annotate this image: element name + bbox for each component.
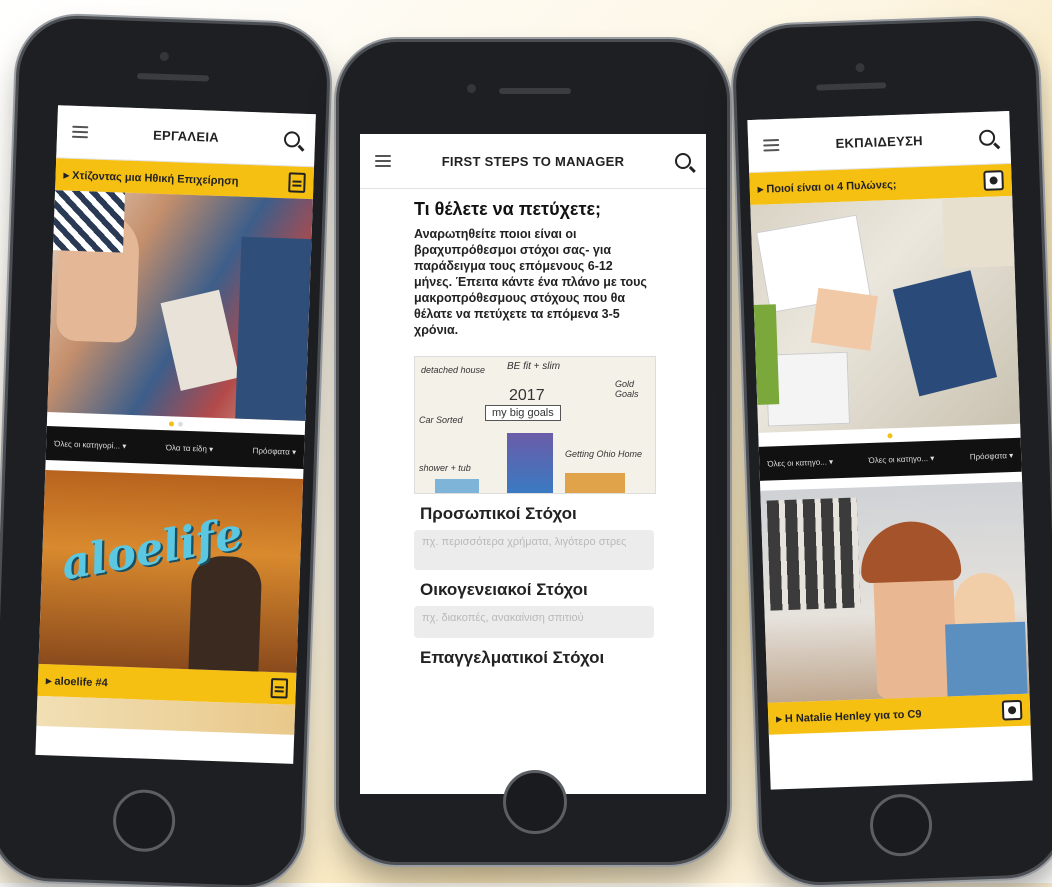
aloelife-cover[interactable]: aloelife — [38, 470, 304, 673]
carousel-dot[interactable] — [177, 421, 184, 427]
hamburger-icon[interactable] — [760, 134, 783, 157]
hamburger-icon[interactable] — [372, 150, 394, 172]
app-bar: ΕΡΓΑΛΕΙΑ — [56, 105, 316, 168]
earpiece — [499, 88, 571, 94]
filter-type[interactable]: Όλα τα είδη — [166, 443, 214, 454]
video-title-2: Η Natalie Henley για το C9 — [776, 707, 922, 725]
front-camera — [467, 84, 476, 93]
personal-goals-heading: Προσωπικοί Στόχοι — [420, 504, 577, 523]
sketch-note: shower + tub — [419, 463, 471, 473]
sketch-note: BE fit + slim — [507, 361, 561, 372]
goals-content: Τι θέλετε να πετύχετε; Αναρωτηθείτε ποιο… — [360, 199, 706, 668]
intro-paragraph: Αναρωτηθείτε ποιοι είναι οι βραχυπρόθεσμ… — [414, 227, 647, 337]
article-title: Χτίζοντας μια Ηθική Επιχείρηση — [63, 168, 239, 187]
search-icon[interactable] — [672, 150, 694, 172]
carousel-dot[interactable] — [886, 432, 893, 438]
front-camera — [159, 51, 169, 62]
sketch-note: Car Sorted — [419, 415, 463, 425]
sketch-note: Getting Ohio Home — [565, 449, 643, 459]
family-goals-heading: Οικογενειακοί Στόχοι — [420, 580, 588, 599]
home-button[interactable] — [112, 788, 177, 853]
video-title: Ποιοί είναι οι 4 Πυλώνες; — [758, 177, 897, 195]
sketch-note: detached house — [421, 365, 486, 375]
center-phone: FIRST STEPS TO MANAGER Τι θέλετε να πετύ… — [339, 42, 727, 862]
filter-category[interactable]: Όλες οι κατηγορί... — [54, 439, 126, 451]
home-button[interactable] — [503, 770, 567, 834]
page-title: ΕΡΓΑΛΕΙΑ — [152, 127, 220, 145]
brochures-photo — [750, 195, 1021, 433]
filter-sort[interactable]: Πρόσφατα — [252, 446, 296, 457]
filter-type[interactable]: Όλες οι κατηγο... — [868, 453, 934, 464]
carousel-dot[interactable] — [168, 420, 175, 426]
hamburger-icon[interactable] — [69, 121, 92, 144]
home-button[interactable] — [868, 793, 934, 858]
natalie-video-thumbnail[interactable] — [760, 481, 1030, 703]
search-icon[interactable] — [976, 126, 999, 149]
video-icon[interactable] — [983, 170, 1004, 191]
right-phone: ΕΚΠΑΙΔΕΥΣΗ Ποιοί είναι οι 4 Πυλώνες; Όλε… — [734, 19, 1052, 884]
right-screen: ΕΚΠΑΙΔΕΥΣΗ Ποιοί είναι οι 4 Πυλώνες; Όλε… — [747, 110, 1033, 790]
app-bar: FIRST STEPS TO MANAGER — [360, 134, 706, 189]
page-title: FIRST STEPS TO MANAGER — [441, 153, 625, 169]
page-title: ΕΚΠΑΙΔΕΥΣΗ — [835, 132, 924, 151]
video-icon[interactable] — [1001, 699, 1023, 721]
earpiece — [137, 72, 210, 82]
search-icon[interactable] — [281, 128, 304, 151]
left-screen: ΕΡΓΑΛΕΙΑ Χτίζοντας μια Ηθική Επιχείρηση … — [35, 105, 316, 764]
hero-photo — [47, 190, 313, 422]
sketch-center: my big goals — [485, 405, 561, 421]
family-goals-input[interactable]: πχ. διακοπές, ανακαίνιση σπιτιού — [414, 606, 654, 638]
goals-sketch-image: detached house BE fit + slim 2017 my big… — [414, 356, 656, 494]
personal-goals-input[interactable]: πχ. περισσότερα χρήματα, λιγότερο στρες — [414, 530, 654, 570]
app-bar: ΕΚΠΑΙΔΕΥΣΗ — [747, 110, 1012, 174]
document-icon[interactable] — [270, 678, 289, 699]
left-phone: ΕΡΓΑΛΕΙΑ Χτίζοντας μια Ηθική Επιχείρηση … — [0, 16, 329, 887]
document-icon[interactable] — [288, 172, 306, 193]
sketch-note: Gold Goals — [615, 379, 639, 399]
question-heading: Τι θέλετε να πετύχετε; — [414, 199, 602, 219]
sketch-year: 2017 — [509, 387, 545, 404]
article-title-2: aloelife #4 — [46, 674, 108, 689]
front-camera — [855, 62, 865, 73]
filter-sort[interactable]: Πρόσφατα — [970, 451, 1014, 461]
filter-category[interactable]: Όλες οι κατηγο... — [767, 457, 833, 468]
earpiece — [816, 82, 887, 91]
center-screen: FIRST STEPS TO MANAGER Τι θέλετε να πετύ… — [360, 134, 706, 794]
professional-goals-heading: Επαγγελματικοί Στόχοι — [420, 648, 605, 667]
